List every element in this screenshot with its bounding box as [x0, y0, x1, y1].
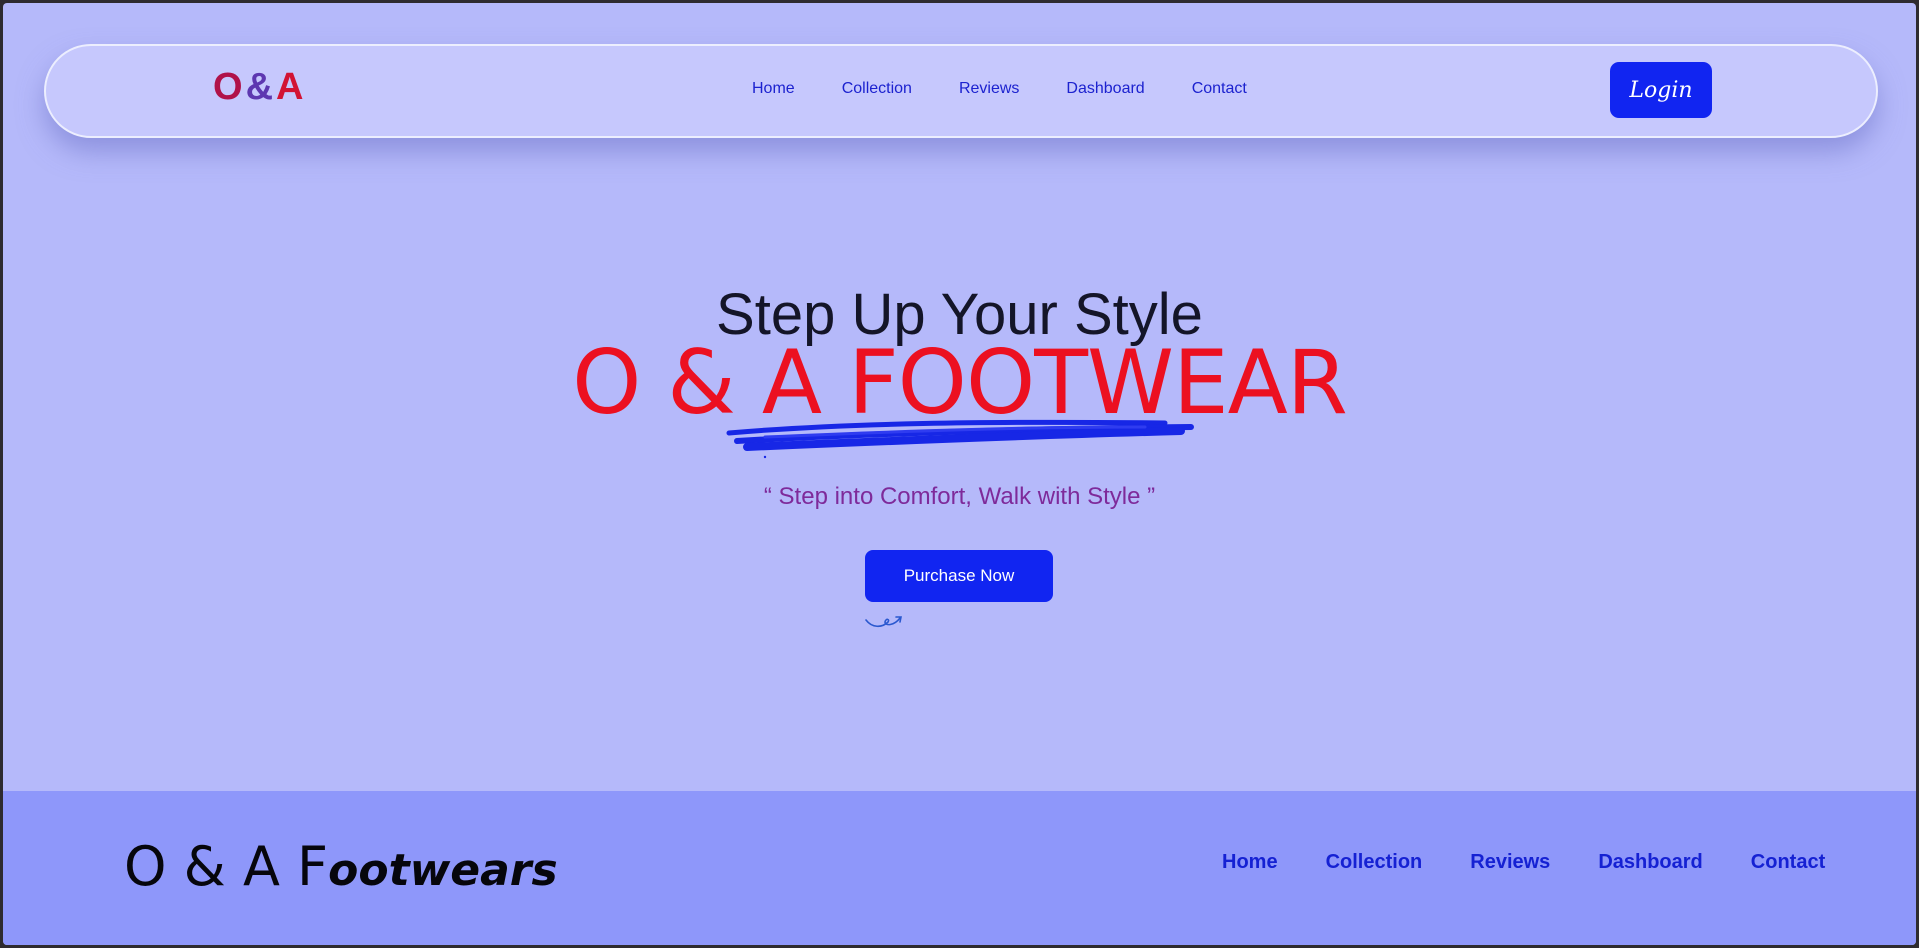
nav-reviews-link[interactable]: Reviews [959, 80, 1019, 98]
footer-contact-link[interactable]: Contact [1751, 851, 1825, 874]
header-nav: Home Collection Reviews Dashboard Contac… [752, 80, 1294, 98]
footer-home-link[interactable]: Home [1222, 851, 1278, 874]
logo-letter-o: O [213, 66, 244, 108]
nav-dashboard-link[interactable]: Dashboard [1066, 80, 1144, 98]
underline-scribble-icon [726, 419, 1194, 459]
curl-arrow-icon [865, 616, 902, 628]
footer: O & A Footwears Home Collection Reviews … [3, 791, 1916, 945]
purchase-now-button[interactable]: Purchase Now [865, 550, 1053, 602]
footer-reviews-link[interactable]: Reviews [1470, 851, 1550, 874]
login-button[interactable]: Login [1610, 62, 1712, 118]
footer-brand-rest: ootwears [328, 845, 558, 896]
logo[interactable]: O&A [213, 66, 304, 112]
nav-home-link[interactable]: Home [752, 80, 795, 98]
page: O&A Home Collection Reviews Dashboard Co… [3, 3, 1916, 945]
hero-tagline: “ Step into Comfort, Walk with Style ” [763, 483, 1156, 510]
footer-nav: Home Collection Reviews Dashboard Contac… [1222, 851, 1825, 874]
footer-collection-link[interactable]: Collection [1326, 851, 1423, 874]
footer-brand: O & A Footwears [124, 835, 558, 898]
top-navbar: O&A Home Collection Reviews Dashboard Co… [44, 44, 1878, 138]
logo-ampersand: & [245, 66, 275, 108]
nav-collection-link[interactable]: Collection [842, 80, 912, 98]
nav-contact-link[interactable]: Contact [1192, 80, 1247, 98]
logo-letter-a: A [276, 66, 305, 108]
footer-brand-start: O & A F [124, 835, 329, 898]
footer-dashboard-link[interactable]: Dashboard [1598, 851, 1702, 874]
